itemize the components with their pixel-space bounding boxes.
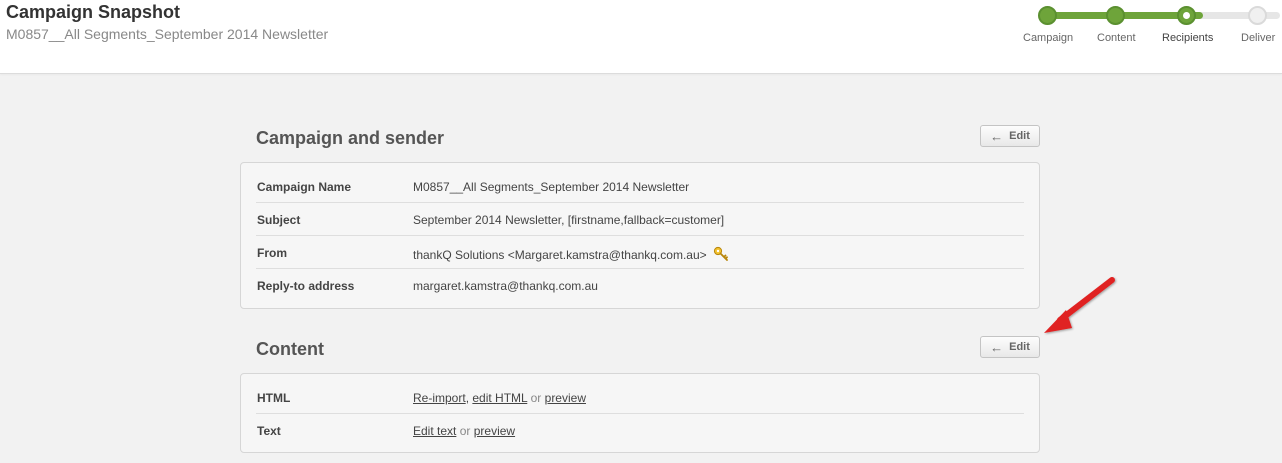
campaign-edit-button[interactable]: ← Edit xyxy=(980,125,1040,147)
content-row-text: Text Edit text or preview xyxy=(256,414,1024,447)
content-section-title: Content xyxy=(256,339,324,359)
content-actions-html: Re-import, edit HTML or preview xyxy=(413,391,586,405)
step-campaign-label[interactable]: Campaign xyxy=(1023,32,1073,44)
campaign-section-title: Campaign and sender xyxy=(256,128,445,148)
content-label: HTML xyxy=(257,391,291,405)
step-content-dot[interactable] xyxy=(1106,6,1125,25)
detail-label: From xyxy=(257,246,287,260)
page-title: Campaign Snapshot xyxy=(6,2,181,22)
detail-row-subject: Subject September 2014 Newsletter, [firs… xyxy=(256,203,1024,236)
step-recipients-dot[interactable] xyxy=(1177,6,1196,25)
detail-label: Subject xyxy=(257,213,301,227)
detail-value: September 2014 Newsletter, [firstname,fa… xyxy=(413,213,725,227)
detail-value-from: thankQ Solutions <Margaret.kamstra@thank… xyxy=(413,246,729,265)
or-separator: or xyxy=(459,424,471,438)
or-separator: or xyxy=(530,391,542,405)
content-edit-button[interactable]: ← Edit xyxy=(980,336,1040,358)
key-icon[interactable] xyxy=(713,246,729,265)
progress-tracker: Campaign Content Recipients Deliver xyxy=(1020,4,1282,48)
content-edit-label: Edit xyxy=(1009,341,1030,353)
campaign-edit-label: Edit xyxy=(1009,130,1030,142)
step-recipients-label[interactable]: Recipients xyxy=(1162,32,1213,44)
detail-value: M0857__All Segments_September 2014 Newsl… xyxy=(413,180,690,194)
comma-separator: , xyxy=(465,391,470,405)
detail-label: Campaign Name xyxy=(257,180,352,194)
page-subtitle: M0857__All Segments_September 2014 Newsl… xyxy=(6,26,329,42)
detail-label: Reply-to address xyxy=(257,279,355,293)
step-deliver-dot xyxy=(1248,6,1267,25)
arrow-left-icon: ← xyxy=(990,128,1004,144)
page-header: Campaign Snapshot M0857__All Segments_Se… xyxy=(0,0,1282,74)
step-campaign-dot[interactable] xyxy=(1038,6,1057,25)
content-actions-text: Edit text or preview xyxy=(413,424,515,438)
content-row-html: HTML Re-import, edit HTML or preview xyxy=(256,381,1024,414)
content-details-panel: HTML Re-import, edit HTML or preview Tex… xyxy=(240,373,1040,453)
content-label: Text xyxy=(257,424,281,438)
edit-text-link[interactable]: Edit text xyxy=(413,424,456,438)
arrow-left-icon: ← xyxy=(990,339,1004,355)
step-deliver-label: Deliver xyxy=(1241,32,1276,44)
campaign-details-panel: Campaign Name M0857__All Segments_Septem… xyxy=(240,162,1040,309)
annotation-arrow xyxy=(1044,277,1115,333)
from-address: thankQ Solutions <Margaret.kamstra@thank… xyxy=(413,248,707,262)
reimport-link[interactable]: Re-import xyxy=(413,391,466,405)
detail-row-campaign-name: Campaign Name M0857__All Segments_Septem… xyxy=(256,170,1024,203)
step-content-label[interactable]: Content xyxy=(1097,32,1136,44)
edit-html-link[interactable]: edit HTML xyxy=(472,391,527,405)
detail-row-from: From thankQ Solutions <Margaret.kamstra@… xyxy=(256,236,1024,269)
detail-row-reply-to: Reply-to address margaret.kamstra@thankq… xyxy=(256,269,1024,302)
preview-html-link[interactable]: preview xyxy=(545,391,586,405)
preview-text-link[interactable]: preview xyxy=(474,424,515,438)
detail-value: margaret.kamstra@thankq.com.au xyxy=(413,279,598,293)
